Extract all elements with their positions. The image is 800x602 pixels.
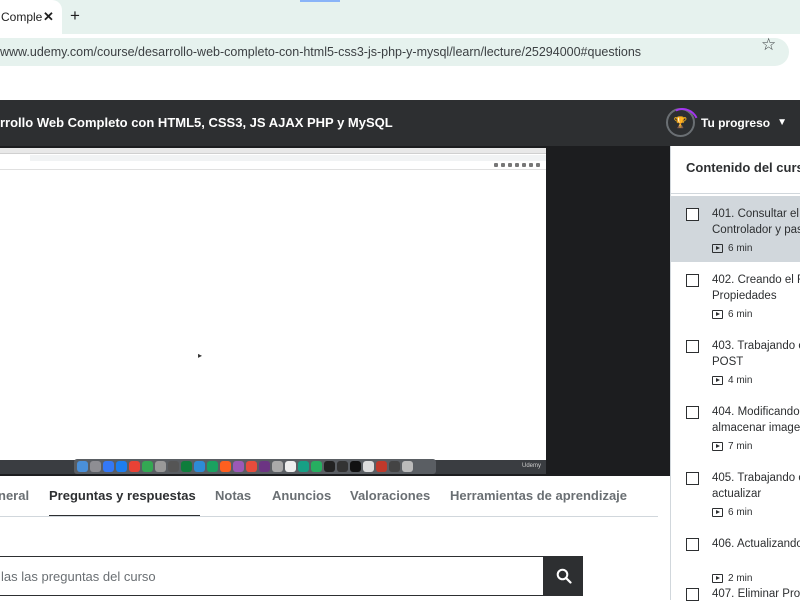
video-icon: [712, 376, 723, 385]
lecture-title: 405. Trabajando c actualizar: [712, 472, 800, 500]
omnibox[interactable]: www.udemy.com/course/desarrollo-web-comp…: [0, 38, 789, 66]
video-mini-tabs: [0, 155, 546, 161]
lecture-item[interactable]: 403. Trabajando c POST 4 min: [671, 328, 800, 394]
video-mini-menubar: [0, 148, 546, 154]
lecture-checkbox[interactable]: [686, 406, 699, 419]
tabstrip-accent: [300, 0, 340, 2]
lecture-title: 402. Creando el F Propiedades: [712, 274, 800, 302]
lecture-title: 406. Actualizando: [712, 538, 800, 550]
video-dock: [74, 459, 436, 474]
tab-announcements[interactable]: Anuncios: [272, 488, 331, 503]
video-watermark: Udemy: [522, 463, 542, 469]
trophy-icon: 🏆: [673, 117, 688, 129]
progress-button[interactable]: 🏆 Tu progreso ▼: [666, 108, 787, 137]
progress-ring: 🏆: [666, 108, 695, 137]
lecture-checkbox[interactable]: [686, 274, 699, 287]
lecture-title: 401. Consultar el Controlador y pas: [712, 208, 800, 236]
lecture-duration: 6 min: [712, 243, 752, 254]
tab-reviews[interactable]: Valoraciones: [350, 488, 430, 503]
lecture-item[interactable]: 404. Modificando almacenar image 7 min: [671, 394, 800, 460]
video-icon: [712, 442, 723, 451]
tabs-divider: [0, 516, 658, 517]
lecture-checkbox[interactable]: [686, 538, 699, 551]
new-tab-button[interactable]: +: [70, 6, 80, 26]
tab-overview[interactable]: neral: [0, 488, 29, 503]
video-frame: ▸: [0, 148, 546, 462]
video-mini-icons: [494, 163, 540, 167]
lecture-checkbox[interactable]: [686, 588, 699, 601]
course-content-sidebar: Contenido del curs 401. Consultar el Con…: [670, 146, 800, 601]
lecture-checkbox[interactable]: [686, 340, 699, 353]
lecture-checkbox[interactable]: [686, 208, 699, 221]
progress-label: Tu progreso: [701, 115, 771, 130]
lecture-checkbox[interactable]: [686, 472, 699, 485]
lecture-item[interactable]: 402. Creando el F Propiedades 6 min: [671, 262, 800, 328]
browser-tab-title: Comple: [1, 10, 43, 24]
video-icon: [712, 310, 723, 319]
lecture-title: 403. Trabajando c POST: [712, 340, 800, 368]
browser-tab[interactable]: Comple ✕: [0, 0, 62, 34]
search-icon: [556, 568, 572, 584]
lecture-duration: 6 min: [712, 309, 752, 320]
video-cursor-icon: ▸: [198, 351, 203, 360]
lecture-tabs: neral Preguntas y respuestas Notas Anunc…: [0, 476, 670, 518]
video-icon: [712, 508, 723, 517]
video-icon: [712, 244, 723, 253]
search-button[interactable]: [544, 556, 583, 596]
browser-spacer: [0, 70, 800, 100]
chevron-down-icon: ▼: [777, 117, 788, 128]
lecture-duration: 6 min: [712, 507, 752, 518]
url-text[interactable]: www.udemy.com/course/desarrollo-web-comp…: [0, 45, 641, 59]
sidebar-header: Contenido del curs: [671, 146, 800, 194]
search-input[interactable]: [1, 557, 531, 595]
tab-notes[interactable]: Notas: [215, 488, 251, 503]
address-bar-row: www.udemy.com/course/desarrollo-web-comp…: [0, 34, 800, 70]
lecture-title: 404. Modificando almacenar image: [712, 406, 800, 434]
lecture-item[interactable]: 405. Trabajando c actualizar 6 min: [671, 460, 800, 526]
browser-tabstrip: Comple ✕ +: [0, 0, 800, 34]
lecture-duration: 7 min: [712, 441, 752, 452]
video-mini-tab: [0, 155, 30, 161]
video-player[interactable]: ▸ Udemy: [0, 146, 670, 476]
video-mini-urlbar: [0, 162, 546, 170]
course-header: rrollo Web Completo con HTML5, CSS3, JS …: [0, 100, 800, 146]
bookmark-star-icon[interactable]: ☆: [761, 35, 776, 55]
tab-questions[interactable]: Preguntas y respuestas: [49, 488, 200, 517]
course-title[interactable]: rrollo Web Completo con HTML5, CSS3, JS …: [0, 115, 393, 130]
lecture-item[interactable]: 407. Eliminar Pro: [671, 576, 800, 601]
sidebar-title: Contenido del curs: [686, 160, 800, 175]
questions-search-field[interactable]: [0, 556, 544, 596]
tab-learning-tools[interactable]: Herramientas de aprendizaje: [450, 488, 627, 503]
lecture-duration: 4 min: [712, 375, 752, 386]
tab-close-icon[interactable]: ✕: [43, 9, 54, 25]
lecture-item[interactable]: 401. Consultar el Controlador y pas 6 mi…: [671, 196, 800, 262]
